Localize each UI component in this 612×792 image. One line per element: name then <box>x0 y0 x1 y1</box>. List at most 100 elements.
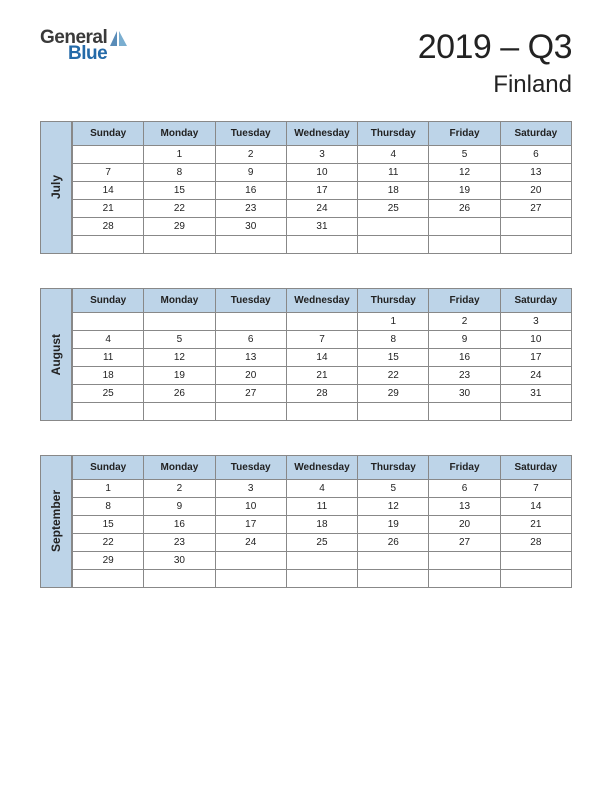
calendar-cell: 8 <box>73 498 144 516</box>
calendar-cell: 13 <box>429 498 500 516</box>
calendar-row: 18192021222324 <box>73 367 572 385</box>
calendar-cell: 6 <box>429 480 500 498</box>
calendar-cell: 25 <box>73 385 144 403</box>
calendars-container: July Sunday Monday Tuesday Wednesday Thu… <box>0 113 612 588</box>
calendar-cell: 19 <box>429 182 500 200</box>
calendar-cell: 12 <box>144 349 215 367</box>
calendar-cell: 20 <box>429 516 500 534</box>
calendar-cell: 15 <box>144 182 215 200</box>
calendar-cell <box>429 570 500 588</box>
calendar-cell: 10 <box>215 498 286 516</box>
calendar-cell: 11 <box>358 164 429 182</box>
calendar-row: 1234567 <box>73 480 572 498</box>
calendar-cell: 13 <box>215 349 286 367</box>
calendar-body: 1234567891011121314151617181920212223242… <box>73 480 572 588</box>
month-block-july: July Sunday Monday Tuesday Wednesday Thu… <box>40 121 572 254</box>
month-label: July <box>40 121 72 254</box>
calendar-cell: 8 <box>358 331 429 349</box>
calendar-cell <box>286 570 357 588</box>
day-header: Sunday <box>73 456 144 480</box>
day-header: Wednesday <box>286 456 357 480</box>
calendar-cell <box>429 403 500 421</box>
logo: General Blue <box>40 28 127 63</box>
month-block-september: September Sunday Monday Tuesday Wednesda… <box>40 455 572 588</box>
calendar-cell: 24 <box>286 200 357 218</box>
calendar-cell: 27 <box>500 200 571 218</box>
calendar-cell <box>429 236 500 254</box>
calendar-cell: 24 <box>215 534 286 552</box>
calendar-cell: 1 <box>358 313 429 331</box>
calendar-cell: 5 <box>358 480 429 498</box>
calendar-cell: 7 <box>286 331 357 349</box>
calendar-cell: 21 <box>73 200 144 218</box>
logo-text-blue: Blue <box>68 44 127 63</box>
calendar-cell <box>358 552 429 570</box>
calendar-cell: 15 <box>73 516 144 534</box>
calendar-cell: 11 <box>286 498 357 516</box>
day-header: Saturday <box>500 456 571 480</box>
calendar-row <box>73 570 572 588</box>
calendar-cell: 23 <box>215 200 286 218</box>
calendar-row <box>73 403 572 421</box>
day-header: Saturday <box>500 289 571 313</box>
calendar-cell <box>358 403 429 421</box>
calendar-cell: 18 <box>73 367 144 385</box>
day-header: Monday <box>144 122 215 146</box>
calendar-cell: 2 <box>144 480 215 498</box>
calendar-cell: 17 <box>286 182 357 200</box>
month-block-august: August Sunday Monday Tuesday Wednesday T… <box>40 288 572 421</box>
page-subtitle: Finland <box>418 71 572 99</box>
calendar-cell <box>500 236 571 254</box>
calendar-row: 14151617181920 <box>73 182 572 200</box>
calendar-cell <box>500 218 571 236</box>
calendar-cell <box>286 403 357 421</box>
calendar-cell: 9 <box>215 164 286 182</box>
calendar-cell: 11 <box>73 349 144 367</box>
calendar-cell: 27 <box>215 385 286 403</box>
calendar-cell: 6 <box>500 146 571 164</box>
calendar-cell: 31 <box>500 385 571 403</box>
calendar-cell <box>358 218 429 236</box>
calendar-cell: 10 <box>286 164 357 182</box>
calendar-cell: 8 <box>144 164 215 182</box>
calendar-cell <box>500 403 571 421</box>
calendar-row: 11121314151617 <box>73 349 572 367</box>
calendar-cell: 25 <box>286 534 357 552</box>
calendar-cell: 18 <box>286 516 357 534</box>
calendar-cell: 25 <box>358 200 429 218</box>
calendar-cell: 28 <box>500 534 571 552</box>
day-header: Wednesday <box>286 289 357 313</box>
calendar-cell <box>500 570 571 588</box>
calendar-cell: 21 <box>286 367 357 385</box>
calendar-cell: 20 <box>215 367 286 385</box>
calendar-cell: 13 <box>500 164 571 182</box>
day-header: Tuesday <box>215 456 286 480</box>
calendar-cell: 16 <box>429 349 500 367</box>
calendar-row: 15161718192021 <box>73 516 572 534</box>
calendar-cell <box>286 552 357 570</box>
calendar-cell: 9 <box>429 331 500 349</box>
calendar-cell: 29 <box>73 552 144 570</box>
calendar-table-august: Sunday Monday Tuesday Wednesday Thursday… <box>72 288 572 421</box>
calendar-cell: 10 <box>500 331 571 349</box>
calendar-cell <box>73 313 144 331</box>
calendar-row: 22232425262728 <box>73 534 572 552</box>
day-header: Friday <box>429 456 500 480</box>
calendar-cell: 21 <box>500 516 571 534</box>
calendar-row <box>73 236 572 254</box>
calendar-cell: 26 <box>358 534 429 552</box>
calendar-cell: 12 <box>358 498 429 516</box>
calendar-cell: 22 <box>73 534 144 552</box>
calendar-cell: 1 <box>73 480 144 498</box>
calendar-cell <box>429 218 500 236</box>
day-header: Tuesday <box>215 122 286 146</box>
day-header: Saturday <box>500 122 571 146</box>
calendar-cell: 4 <box>358 146 429 164</box>
calendar-cell: 17 <box>500 349 571 367</box>
calendar-cell <box>73 146 144 164</box>
calendar-cell: 22 <box>144 200 215 218</box>
month-name: August <box>49 334 63 375</box>
calendar-cell <box>215 313 286 331</box>
page-title: 2019 – Q3 <box>418 28 572 67</box>
calendar-row: 21222324252627 <box>73 200 572 218</box>
